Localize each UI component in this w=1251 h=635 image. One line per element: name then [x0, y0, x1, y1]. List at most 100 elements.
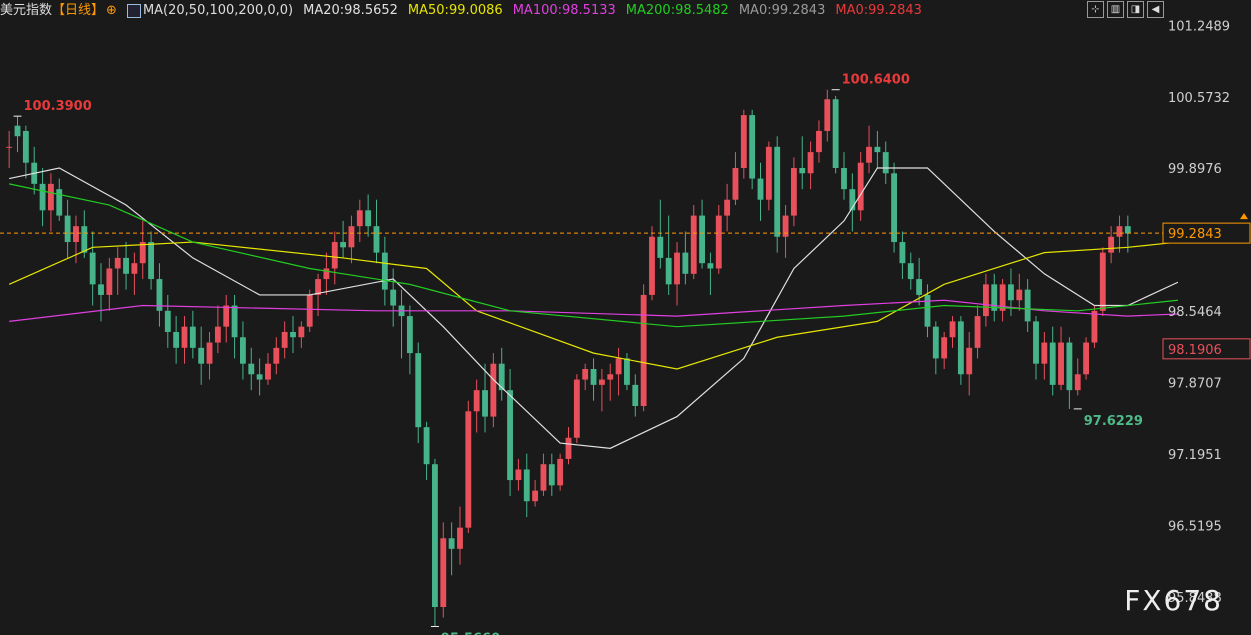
export-icon[interactable]: ◨ [1127, 1, 1144, 18]
candle-body [365, 210, 372, 227]
extreme-label: 95.5660 [441, 631, 500, 635]
candle-body [448, 538, 455, 549]
instrument-name: 美元指数 [0, 3, 53, 18]
chart-toolbar: ⊹ ▥ ◨ ◀ [1087, 1, 1164, 18]
candle-body [749, 115, 756, 179]
candle-body [189, 326, 196, 348]
candle-body [632, 384, 639, 407]
candle-body [423, 427, 430, 465]
candle-body [615, 358, 622, 375]
fullscreen-icon[interactable]: ⊹ [1087, 1, 1104, 18]
back-icon[interactable]: ◀ [1147, 1, 1164, 18]
candle-body [1116, 226, 1123, 237]
candle-body [1091, 310, 1098, 343]
candle-body [1033, 321, 1039, 364]
candle-body [674, 252, 680, 285]
candle-body [715, 215, 722, 269]
candle-body [640, 294, 647, 407]
candle-body [882, 152, 889, 174]
candle-body [73, 226, 79, 243]
candle-body [490, 363, 497, 417]
period-label[interactable]: 【日线】 [52, 0, 104, 22]
y-tick-label: 101.2489 [1168, 19, 1230, 34]
candle-body [582, 368, 589, 380]
candle-body [457, 527, 463, 549]
candle-body [540, 464, 547, 491]
candle-body [565, 437, 572, 459]
candle-body [181, 326, 188, 348]
y-tick-label: 97.1951 [1168, 448, 1222, 463]
moving-averages-layer [0, 167, 1244, 449]
candle-body [1016, 289, 1023, 301]
candle-body [131, 263, 138, 274]
candle-body [966, 347, 973, 375]
extreme-label: 100.3900 [24, 99, 92, 114]
candle-body [290, 331, 296, 338]
candle-body [164, 310, 171, 332]
candle-body [148, 242, 155, 280]
ma-params: MA(20,50,100,200,0,0) [142, 3, 294, 18]
candle-body [273, 347, 280, 364]
candle-body [924, 294, 931, 327]
candle-body [415, 353, 422, 428]
chart-header: 美元指数 【日线】 ⊕ MA(20,50,100,200,0,0) MA20:9… [0, 0, 1000, 22]
candle-body [256, 374, 263, 380]
candle-body [281, 331, 288, 348]
candle-body [206, 342, 213, 364]
candle-body [381, 252, 388, 290]
candle-body [957, 321, 964, 375]
candle-body [841, 167, 847, 190]
ma-chart-icon[interactable] [126, 4, 141, 18]
candle-body [523, 469, 530, 502]
candle-body [598, 379, 605, 385]
y-tick-label: 99.8976 [1168, 162, 1222, 177]
candle-body [348, 226, 355, 248]
candle-body [899, 242, 906, 264]
candle-body [432, 464, 438, 608]
y-tick-label: 100.5732 [1168, 91, 1230, 106]
candle-body [482, 390, 488, 417]
candle-body [557, 458, 564, 486]
candle-body [682, 252, 689, 274]
ma-values: MA20:98.5652 MA50:99.0086 MA100:98.5133 MA2… [303, 0, 932, 22]
candle-body [14, 125, 21, 137]
candle-body [47, 183, 54, 211]
candle-body [690, 215, 697, 274]
candle-body [607, 374, 614, 380]
candle-body [81, 226, 88, 253]
candle-body [340, 242, 347, 248]
candle-body [298, 326, 305, 338]
extreme-label: 100.6400 [842, 73, 910, 88]
price-axis: 101.2489 100.5732 99.8976 98.5464 97.8707 97.… [1162, 19, 1251, 606]
extreme-label: 97.6229 [1084, 414, 1143, 429]
candle-body [98, 284, 104, 295]
circle-plus-icon[interactable]: ⊕ [106, 0, 117, 22]
annotations-layer: 100.3900 100.6400 95.5660 97.6229 [13, 73, 1143, 635]
ma-value-1: MA50:99.0086 [407, 3, 503, 18]
layout-icon[interactable]: ▥ [1107, 1, 1124, 18]
candles-layer [6, 89, 1131, 627]
candlestick-chart: 101.2489 100.5732 99.8976 98.5464 97.8707 97.… [0, 19, 1251, 635]
ma-value-3: MA200:98.5482 [625, 3, 729, 18]
candle-body [323, 268, 330, 280]
candle-body [56, 189, 63, 216]
candle-body [265, 363, 271, 380]
candle-body [916, 279, 923, 295]
candle-body [532, 490, 539, 502]
candle-body [507, 390, 513, 481]
candle-body [907, 263, 914, 280]
candle-body [816, 130, 822, 153]
candle-body [1008, 284, 1014, 301]
ma-value-0: MA20:98.5652 [303, 3, 398, 18]
candle-body [590, 368, 597, 385]
candle-body [173, 331, 180, 348]
candle-body [214, 326, 221, 343]
candle-body [123, 257, 129, 274]
candle-body [657, 236, 664, 258]
candle-body [64, 215, 71, 243]
candle-body [724, 199, 731, 216]
y-tick-label: 97.8707 [1168, 377, 1222, 392]
candle-body [198, 347, 205, 364]
candle-body [240, 337, 246, 364]
candle-body [665, 257, 672, 285]
